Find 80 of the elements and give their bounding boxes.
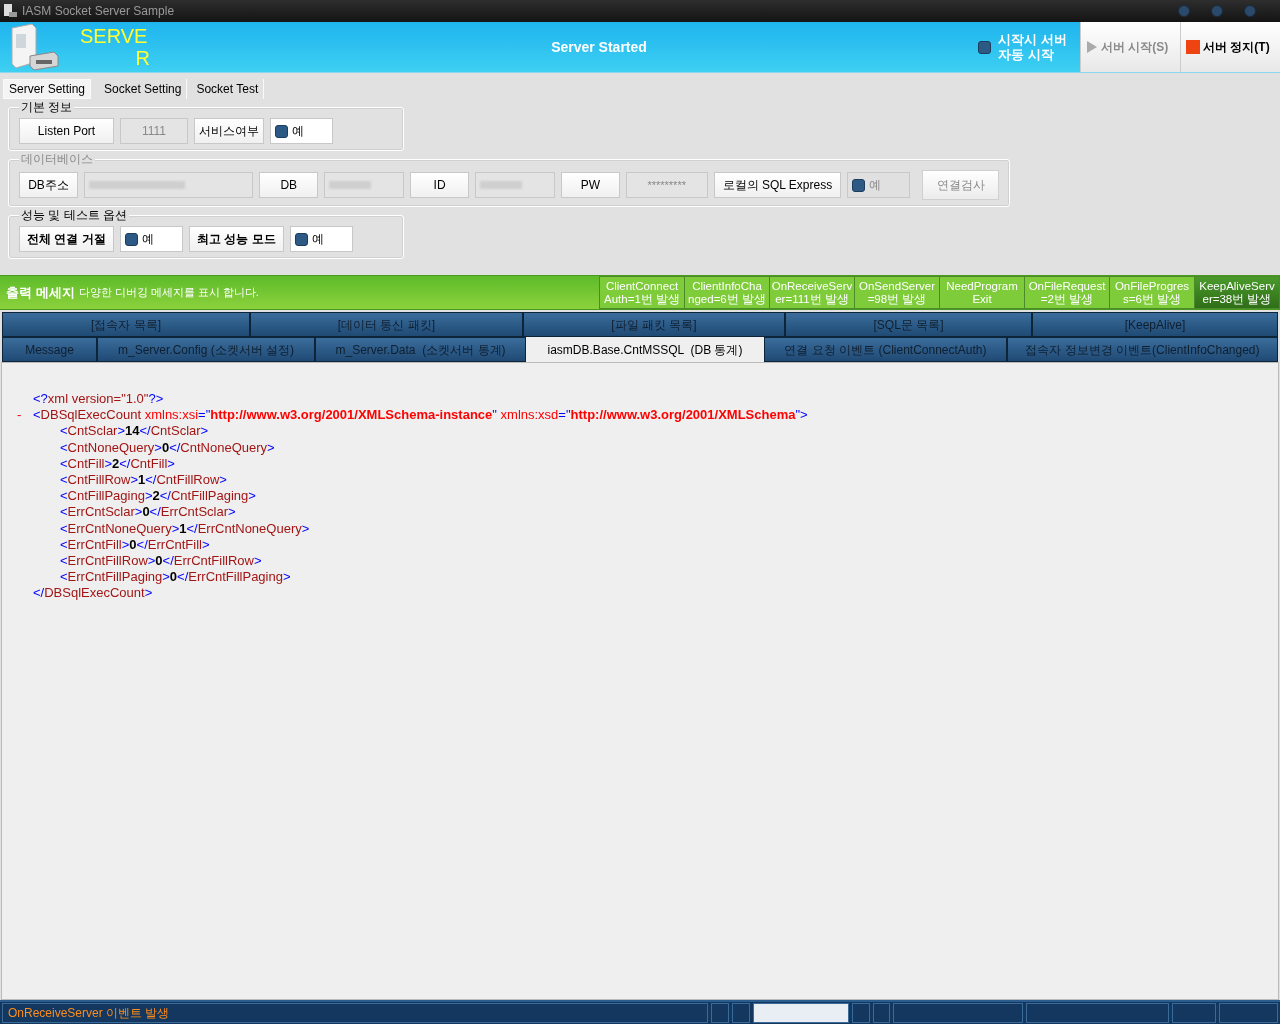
event-counter: OnFileProgres s=6번 발생 <box>1110 277 1194 308</box>
xml-line: <CntSclar>14</CntSclar> <box>60 423 209 440</box>
collapse-toggle[interactable]: - <box>17 407 33 424</box>
tab[interactable]: [KeepAlive] <box>1032 312 1278 337</box>
output-title: 출력 메세지 <box>6 283 75 302</box>
play-icon <box>1086 40 1098 54</box>
field-label: Listen Port <box>19 118 114 144</box>
event-counter: OnReceiveServ er=111번 발생 <box>770 277 854 308</box>
tab[interactable]: Message <box>2 337 97 362</box>
group-title: 기본 정보 <box>19 99 75 115</box>
tab[interactable]: [SQL문 목록] <box>785 312 1032 337</box>
event-counter: KeepAliveServ er=38번 발생 <box>1195 277 1279 308</box>
xml-line: <CntNoneQuery>0</CntNoneQuery> <box>60 439 275 456</box>
xml-line: <ErrCntFillRow>0</ErrCntFillRow> <box>60 552 262 570</box>
server-status: Server Started <box>550 37 648 57</box>
xml-line: </DBSqlExecCount> <box>33 585 153 602</box>
address-field[interactable] <box>84 172 254 198</box>
tab[interactable]: 연결 요청 이벤트 (ClientConnectAuth) <box>764 337 1007 362</box>
tab[interactable]: [파일 패킷 목록] <box>523 312 785 337</box>
xml-line: <ErrCntNoneQuery>1</ErrCntNoneQuery> <box>60 520 310 537</box>
event-counter: ClientConnect Auth=1번 발생 <box>600 277 684 308</box>
xml-line: <CntFillRow>1</CntFillRow> <box>60 471 227 489</box>
xml-line: <CntFillPaging>2</CntFillPaging> <box>60 488 256 505</box>
xml-declaration: <?xml version="1.0"?> <box>33 391 164 408</box>
window-control[interactable] <box>1244 5 1256 17</box>
status-panel <box>711 1003 729 1023</box>
event-counter: NeedProgram Exit <box>940 277 1024 308</box>
checkbox-label: 예 <box>292 123 305 140</box>
tab[interactable]: m_Server.Data (소켓서버 통계) <box>315 337 526 362</box>
field-label: PW <box>560 172 620 198</box>
tab[interactable]: m_Server.Config (소켓서버 설정) <box>97 337 315 362</box>
group-title: 성능 및 테스트 옵션 <box>19 207 129 223</box>
xml-line: <ErrCntSclar>0</ErrCntSclar> <box>60 504 236 521</box>
status-panel <box>1171 1003 1217 1023</box>
field-label: DB <box>259 172 319 198</box>
event-counter: OnFileRequest =2번 발생 <box>1025 277 1109 308</box>
tab[interactable]: [접속자 목록] <box>2 312 250 337</box>
output-subtitle: 다양한 디버깅 메세지를 표시 합니다. <box>78 285 259 301</box>
window-control[interactable] <box>1211 5 1223 17</box>
stop-button[interactable]: 서버 정지(T) <box>1180 22 1280 72</box>
event-counter: OnSendServer =98번 발생 <box>855 277 939 308</box>
checkbox[interactable] <box>275 124 288 138</box>
window-title: IASM Socket Server Sample <box>22 3 175 20</box>
checkbox-label: 시작시 서버 자동 시작 <box>998 32 1068 62</box>
status-panel <box>1219 1003 1278 1023</box>
stop-icon <box>1186 40 1200 54</box>
window-control[interactable] <box>1178 5 1190 17</box>
field-label: ID <box>410 172 470 198</box>
server-icon <box>2 3 18 19</box>
checkbox-label: 예 <box>312 231 325 248</box>
status-panel <box>872 1003 891 1023</box>
field-label: DB주소 <box>19 172 78 198</box>
field-label: 전체 연결 거절 <box>19 226 114 252</box>
checkbox-label: 예 <box>142 231 155 248</box>
id-field[interactable] <box>475 172 555 198</box>
checkbox-label: 예 <box>869 177 883 194</box>
status-message: OnReceiveServer 이벤트 발생 <box>2 1003 709 1023</box>
logo-text: SERVE R <box>80 25 150 69</box>
xml-line: <ErrCntFillPaging>0</ErrCntFillPaging> <box>60 569 291 586</box>
group-title: 데이터베이스 <box>19 151 95 167</box>
status-panel <box>851 1003 870 1023</box>
tab[interactable]: 접속자 정보변경 이벤트(ClientInfoChanged) <box>1007 337 1278 362</box>
checkbox[interactable] <box>978 40 991 54</box>
database-field[interactable] <box>324 172 405 198</box>
tab[interactable]: [데이터 통신 패킷] <box>250 312 523 337</box>
port-field[interactable]: 1111 <box>120 118 188 144</box>
tab[interactable]: iasmDB.Base.CntMSSQL (DB 통계) <box>526 337 764 362</box>
event-counter: ClientInfoCha nged=6번 발생 <box>685 277 769 308</box>
tab[interactable]: Socket Test <box>191 79 265 99</box>
field-label: 최고 성능 모드 <box>189 226 284 252</box>
xml-line: <DBSqlExecCount xmlns:xsi="http://www.w3.org/2001/XMLSchema-instance" xmlns:xsd="http://www.w3.org/2001/XMLSchema"> <box>33 407 808 424</box>
checkbox[interactable] <box>295 232 308 246</box>
xml-line: <ErrCntFill>0</ErrCntFill> <box>60 536 210 553</box>
field-label: 서비스여부 <box>194 118 264 144</box>
tab[interactable]: Socket Setting <box>99 79 188 99</box>
xml-line: <CntFill>2</CntFill> <box>60 455 175 472</box>
field-label: 로컬의 SQL Express <box>713 172 842 198</box>
tab[interactable]: Server Setting <box>3 79 92 99</box>
checkbox[interactable] <box>125 232 138 246</box>
status-panel <box>732 1003 750 1023</box>
